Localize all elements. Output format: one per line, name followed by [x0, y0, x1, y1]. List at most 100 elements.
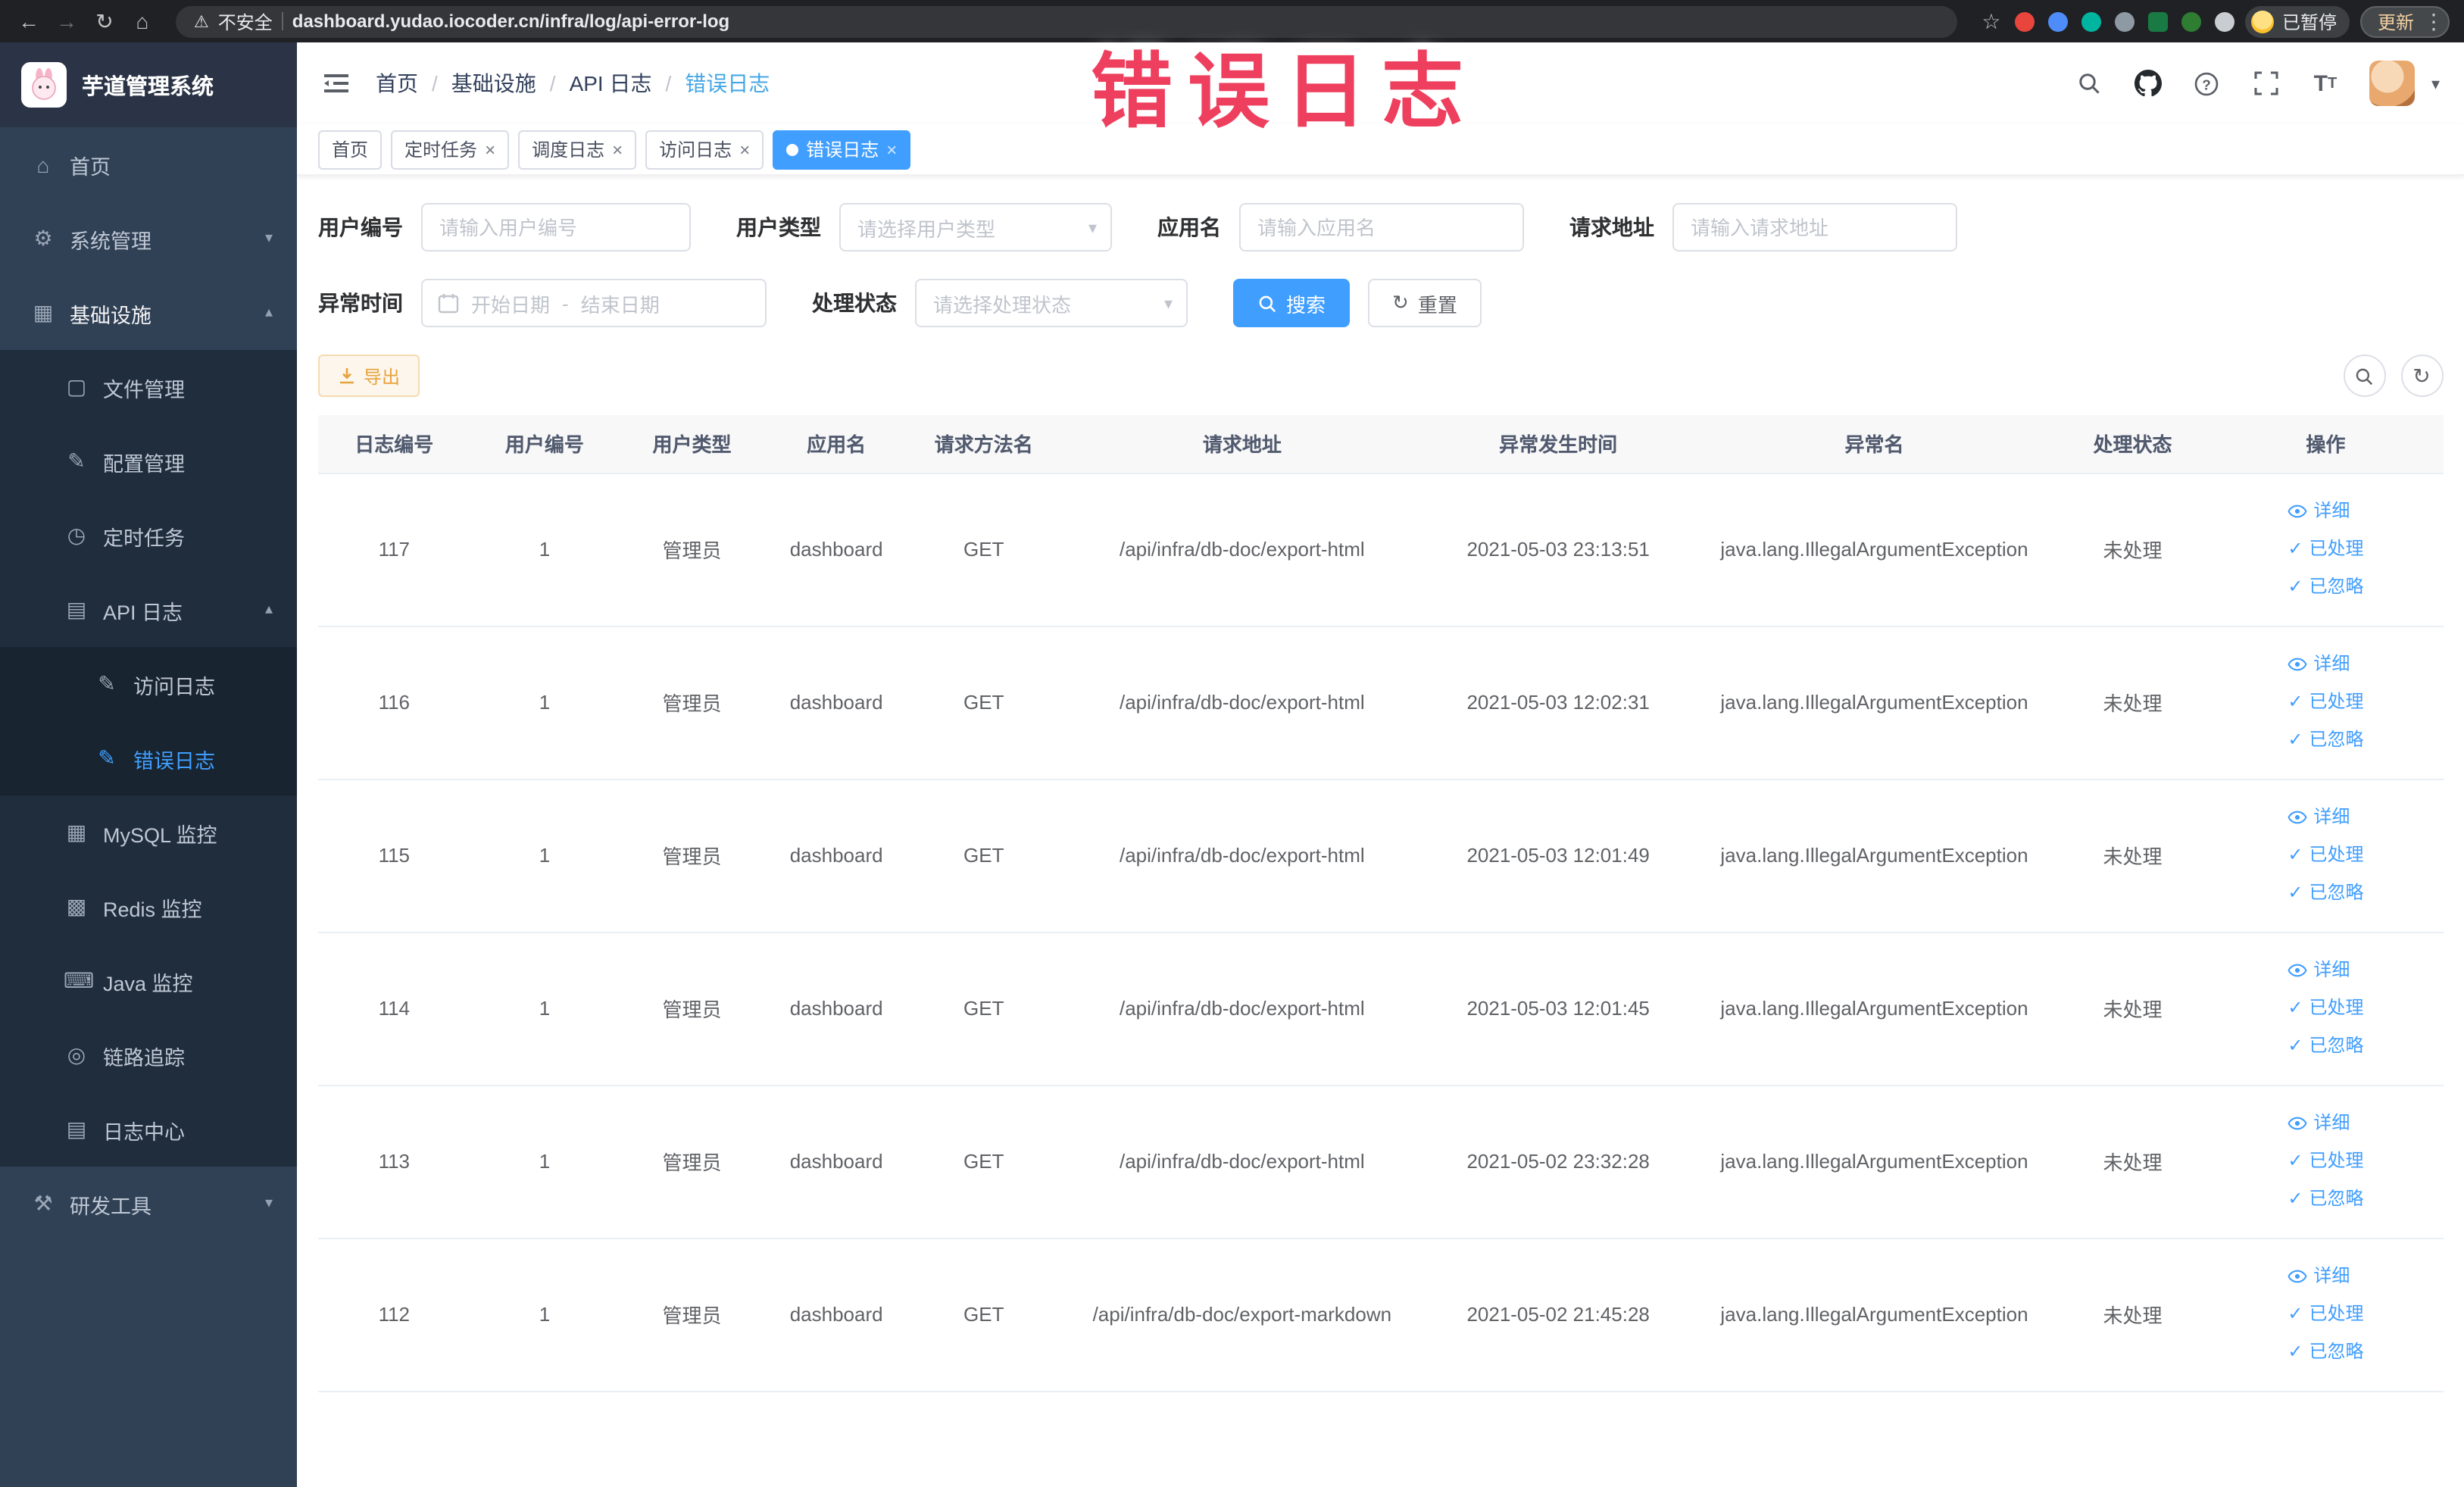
close-icon[interactable]: × [485, 140, 495, 158]
detail-link[interactable]: 详细 [2288, 798, 2350, 836]
breadcrumb-item[interactable]: 首页 [376, 68, 418, 98]
user-id-input[interactable] [421, 203, 691, 251]
exception-time-range[interactable]: 开始日期 - 结束日期 [421, 279, 767, 327]
grid-icon: ▦ [33, 300, 54, 324]
detail-link[interactable]: 详细 [2288, 951, 2350, 989]
sidebar-item-log-center[interactable]: ▤ 日志中心 [0, 1092, 297, 1167]
mark-processed-link[interactable]: ✓ 已处理 [2288, 530, 2363, 568]
request-url-input[interactable] [1672, 203, 1957, 251]
mark-processed-link[interactable]: ✓ 已处理 [2288, 683, 2363, 721]
sidebar-item-api-log[interactable]: ▤ API 日志 ▴ [0, 573, 297, 647]
search-icon[interactable] [2074, 68, 2104, 98]
mark-processed-link[interactable]: ✓ 已处理 [2288, 989, 2363, 1027]
cell-request-url: /api/infra/db-doc/export-html [1060, 932, 1425, 1086]
user-type-select[interactable]: 请选择用户类型 ▾ [839, 203, 1112, 251]
browser-profile-chip[interactable]: 已暂停 [2245, 5, 2350, 37]
extension-icon[interactable] [2181, 11, 2202, 31]
reset-button[interactable]: ↻ 重置 [1368, 279, 1482, 327]
fullscreen-icon[interactable] [2251, 68, 2281, 98]
mark-ignored-link[interactable]: ✓ 已忽略 [2288, 874, 2363, 912]
breadcrumb-item[interactable]: API 日志 [570, 68, 652, 98]
download-icon [340, 368, 354, 384]
bookmark-star-icon[interactable]: ☆ [1978, 0, 2005, 42]
check-icon: ✓ [2288, 1150, 2303, 1171]
column-header: 应用名 [764, 415, 908, 473]
sidebar-item-trace[interactable]: ◎ 链路追踪 [0, 1018, 297, 1092]
breadcrumb-item[interactable]: 基础设施 [451, 68, 536, 98]
sidebar-item-home[interactable]: ⌂ 首页 [0, 127, 297, 201]
mark-ignored-link[interactable]: ✓ 已忽略 [2288, 1180, 2363, 1218]
sidebar-item-file[interactable]: ▢ 文件管理 [0, 350, 297, 424]
cell-user-type: 管理员 [619, 1085, 765, 1239]
help-icon[interactable]: ? [2192, 68, 2222, 98]
mark-ignored-link[interactable]: ✓ 已忽略 [2288, 568, 2363, 606]
avatar[interactable] [2369, 61, 2415, 106]
back-icon[interactable]: ← [15, 0, 42, 42]
refresh-button[interactable]: ↻ [2400, 355, 2443, 397]
tag-job-log[interactable]: 调度日志 × [518, 130, 637, 169]
cell-request-url: /api/infra/db-doc/export-html [1060, 779, 1425, 932]
update-button[interactable]: 更新 ⋮ [2360, 5, 2449, 37]
sidebar-item-redis[interactable]: ▩ Redis 监控 [0, 870, 297, 944]
tag-home[interactable]: 首页 [318, 130, 383, 169]
sidebar-fold-icon[interactable] [321, 68, 351, 98]
profile-avatar-icon [2251, 10, 2275, 33]
font-size-icon[interactable]: TT [2310, 68, 2341, 98]
sidebar-item-error-log[interactable]: ✎ 错误日志 [0, 721, 297, 795]
extension-icon[interactable] [2148, 11, 2169, 31]
sidebar-item-job[interactable]: ◷ 定时任务 [0, 498, 297, 573]
cell-status: 未处理 [2056, 1085, 2209, 1239]
extension-icon[interactable] [2015, 11, 2035, 31]
detail-link[interactable]: 详细 [2288, 492, 2350, 530]
sidebar-item-config[interactable]: ✎ 配置管理 [0, 424, 297, 498]
tag-access-log[interactable]: 访问日志 × [645, 130, 764, 169]
search-button[interactable]: 搜索 [1233, 279, 1351, 327]
extension-icon[interactable] [2115, 11, 2135, 31]
mark-ignored-link[interactable]: ✓ 已忽略 [2288, 721, 2363, 759]
sidebar-item-label: 链路追踪 [103, 1046, 185, 1069]
extension-icon[interactable] [2081, 11, 2102, 31]
extension-icon[interactable] [2215, 11, 2235, 31]
process-status-select[interactable]: 请选择处理状态 ▾ [915, 279, 1188, 327]
close-icon[interactable]: × [612, 140, 623, 158]
eye-icon [2288, 658, 2307, 671]
detail-link[interactable]: 详细 [2288, 1104, 2350, 1142]
mark-processed-link[interactable]: ✓ 已处理 [2288, 1295, 2363, 1333]
app-name-input[interactable] [1239, 203, 1524, 251]
sidebar-item-infra[interactable]: ▦ 基础设施 ▴ [0, 276, 297, 350]
sidebar-item-label: 访问日志 [133, 675, 215, 698]
screenshot-viewport: ← → ↻ ⌂ ⚠ 不安全 dashboard.yudao.iocoder.cn… [0, 0, 2464, 1487]
sidebar-logo[interactable]: 芋道管理系统 [0, 42, 297, 127]
trace-icon: ◎ [67, 1042, 86, 1067]
sidebar-item-dev-tools[interactable]: ⚒ 研发工具 ▾ [0, 1167, 297, 1241]
gear-icon: ⚙ [33, 226, 53, 250]
mark-ignored-link[interactable]: ✓ 已忽略 [2288, 1333, 2363, 1371]
close-icon[interactable]: × [739, 140, 750, 158]
breadcrumb-separator: / [432, 71, 438, 95]
sidebar-item-label: MySQL 监控 [103, 823, 217, 846]
sidebar-item-access-log[interactable]: ✎ 访问日志 [0, 647, 297, 721]
extension-icon[interactable] [2048, 11, 2069, 31]
close-icon[interactable]: × [886, 140, 897, 158]
log-center-icon: ▤ [66, 1117, 87, 1141]
export-button[interactable]: 导出 [318, 355, 420, 397]
sidebar-item-system[interactable]: ⚙ 系统管理 ▾ [0, 201, 297, 276]
tag-error-log[interactable]: 错误日志 × [773, 130, 911, 169]
tag-job[interactable]: 定时任务 × [391, 130, 510, 169]
chevron-down-icon[interactable]: ▾ [2431, 73, 2440, 93]
mark-processed-link[interactable]: ✓ 已处理 [2288, 1142, 2363, 1180]
menu-dots-icon[interactable]: ⋮ [2423, 0, 2444, 42]
forward-icon[interactable]: → [53, 0, 80, 42]
browser-home-icon[interactable]: ⌂ [129, 0, 156, 42]
detail-link[interactable]: 详细 [2288, 645, 2350, 683]
mark-processed-link[interactable]: ✓ 已处理 [2288, 836, 2363, 874]
sidebar-item-mysql[interactable]: ▦ MySQL 监控 [0, 795, 297, 870]
reload-icon[interactable]: ↻ [91, 0, 118, 42]
toggle-search-button[interactable] [2343, 355, 2385, 397]
sidebar-item-java[interactable]: ⌨ Java 监控 [0, 944, 297, 1018]
mark-ignored-link[interactable]: ✓ 已忽略 [2288, 1027, 2363, 1065]
detail-link[interactable]: 详细 [2288, 1257, 2350, 1295]
github-icon[interactable] [2133, 68, 2163, 98]
cell-request-url: /api/infra/db-doc/export-html [1060, 1085, 1425, 1239]
address-bar[interactable]: ⚠ 不安全 dashboard.yudao.iocoder.cn/infra/l… [176, 5, 1958, 37]
